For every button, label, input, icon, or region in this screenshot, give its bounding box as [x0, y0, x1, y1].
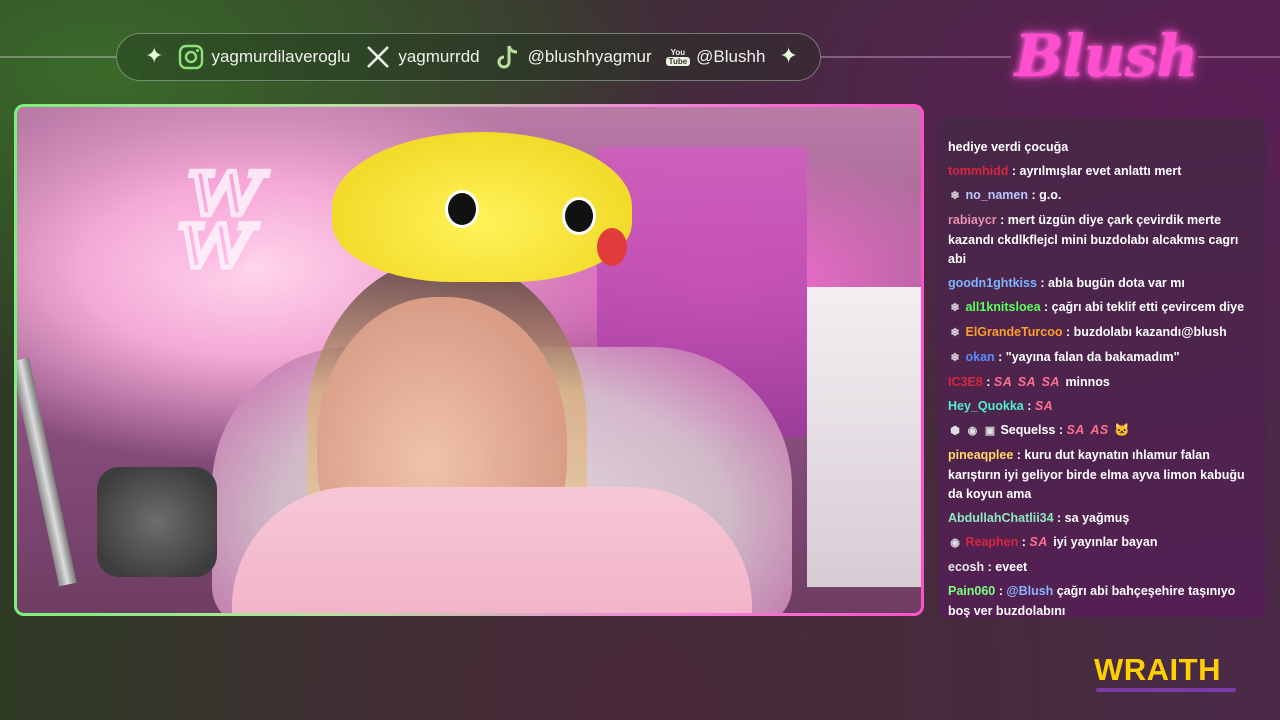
chat-text: : g.o.: [1028, 188, 1062, 202]
pikachu-hat: [332, 132, 632, 282]
chat-panel[interactable]: hediye verdi çocuğa tommhidd : ayrılmışla…: [938, 118, 1266, 618]
youtube-handle: @Blushh: [696, 47, 766, 66]
chat-message: AbdullahChatlii34 : sa yağmuş: [948, 509, 1258, 529]
social-x[interactable]: yagmurrdd: [364, 43, 480, 71]
chat-message: ecosh : eveet: [948, 558, 1258, 578]
chat-emote: SA: [1017, 375, 1037, 389]
neon-sign-decoration: ʬ: [175, 125, 270, 304]
social-youtube[interactable]: You Tube @Blushh: [665, 47, 766, 67]
tiktok-icon: [494, 43, 522, 71]
chat-text: iyi yayınlar bayan: [1053, 535, 1158, 549]
chat-badge-icon: ◉: [967, 425, 978, 437]
chat-username[interactable]: no_namen: [965, 188, 1028, 202]
chat-message: ❄ all1knitsloea : çağrı abi teklif etti …: [948, 298, 1258, 319]
chat-message: goodn1ghtkiss : abla bugün dota var mı: [948, 274, 1258, 294]
chat-text: : "yayına falan da bakamadım": [994, 350, 1180, 364]
chat-message: hediye verdi çocuğa: [948, 138, 1258, 158]
chat-emote: SA: [1029, 535, 1048, 549]
chat-text: : ayrılmışlar evet anlattı mert: [1008, 164, 1182, 178]
chat-badge-icon: ▣: [984, 425, 996, 437]
chat-badge-icon: ◉: [950, 537, 960, 549]
chat-message: tommhidd : ayrılmışlar evet anlattı mert: [948, 162, 1258, 182]
pikachu-eye: [445, 190, 479, 228]
chat-badge-icon: ❄: [950, 327, 960, 339]
mic-arm: [17, 357, 77, 587]
chat-username[interactable]: goodn1ghtkiss: [948, 276, 1037, 290]
chat-message: pineaqplee : kuru dut kaynatın ıhlamur f…: [948, 446, 1258, 505]
chat-username[interactable]: IC3E8: [948, 375, 983, 389]
social-instagram[interactable]: yagmurdilaveroglu: [177, 43, 350, 71]
background-drawer: [807, 287, 921, 587]
sparkle-icon: ✦: [145, 44, 164, 69]
chat-username[interactable]: tommhidd: [948, 164, 1008, 178]
brand-logo: Blush: [1014, 22, 1198, 90]
chat-message: ⬢ ◉ ▣ Sequelss : SA AS 🐱: [948, 421, 1258, 442]
divider-line: [1198, 56, 1280, 58]
divider-line: [0, 56, 116, 58]
chat-message: Pain060 : @Blush çağrı abi bahçeşehire t…: [948, 584, 1236, 618]
chat-emote: SA: [1066, 423, 1085, 437]
chat-username[interactable]: pineaqplee: [948, 448, 1013, 462]
chat-text: : buzdolabı kazandı@blush: [1062, 325, 1227, 339]
x-icon: [364, 43, 392, 71]
chat-message: ❄ ElGrandeTurcoo : buzdolabı kazandı@blu…: [948, 323, 1258, 344]
chat-message: ◉ Reaphen : SA iyi yayınlar bayan: [948, 533, 1258, 554]
chat-text: 🐱: [1114, 423, 1130, 437]
social-tiktok[interactable]: @blushhyagmur: [494, 43, 652, 71]
chat-message: rabiaycr : mert üzgün diye çark çevirdik…: [948, 211, 1258, 270]
chat-emote: AS: [1090, 423, 1109, 437]
instagram-icon: [177, 43, 205, 71]
microphone: [97, 467, 217, 577]
chat-username[interactable]: Sequelss: [1000, 423, 1055, 437]
chat-username[interactable]: ecosh: [948, 560, 984, 574]
pikachu-cheek: [597, 228, 627, 266]
divider-line: [821, 56, 1011, 58]
chat-username[interactable]: AbdullahChatlii34: [948, 511, 1054, 525]
streamer-body: [232, 487, 752, 613]
chat-username[interactable]: Hey_Quokka: [948, 399, 1024, 413]
chat-username[interactable]: rabiaycr: [948, 213, 997, 227]
webcam-feed: ʬ: [17, 107, 921, 613]
chat-username[interactable]: Pain060: [948, 584, 995, 598]
chat-emote: SA: [1041, 375, 1060, 389]
chat-message: ❄ no_namen : g.o.: [948, 186, 1258, 207]
webcam-frame: ʬ: [14, 104, 924, 616]
chat-badge-icon: ⬢: [950, 425, 960, 437]
chat-emote: SA: [1034, 399, 1054, 413]
chat-username[interactable]: ElGrandeTurcoo: [965, 325, 1062, 339]
chat-text: : abla bugün dota var mı: [1036, 276, 1185, 290]
youtube-icon: You Tube: [665, 48, 691, 66]
chat-text: : çağrı abi teklif etti çevircem diye: [1040, 300, 1245, 314]
chat-username[interactable]: okan: [965, 350, 994, 364]
sparkle-icon: ✦: [779, 44, 798, 69]
pikachu-eye: [562, 197, 596, 235]
x-handle: yagmurrdd: [398, 47, 480, 66]
sponsor-logo: WRAITH: [1094, 652, 1221, 687]
chat-message: IC3E8 : SA SA SA minnos: [948, 373, 1258, 393]
chat-text: hediye verdi çocuğa: [948, 140, 1069, 154]
tiktok-handle: @blushhyagmur: [527, 47, 652, 66]
instagram-handle: yagmurdilaveroglu: [211, 47, 351, 66]
chat-badge-icon: ❄: [950, 190, 960, 202]
chat-badge-icon: ❄: [950, 352, 960, 364]
chat-text: : eveet: [984, 560, 1028, 574]
sponsor-underline: [1096, 688, 1236, 692]
chat-mention[interactable]: @Blush: [1006, 584, 1053, 598]
chat-username[interactable]: all1knitsloea: [965, 300, 1040, 314]
chat-text: minnos: [1065, 375, 1110, 389]
chat-message: ❄ okan : "yayına falan da bakamadım": [948, 348, 1258, 369]
chat-badge-icon: ❄: [950, 302, 960, 314]
chat-emote: SA: [993, 375, 1013, 389]
chat-message: Hey_Quokka : SA: [948, 397, 1258, 417]
chat-username[interactable]: Reaphen: [965, 535, 1018, 549]
chat-text: : sa yağmuş: [1053, 511, 1130, 525]
social-bar: ✦ yagmurdilaveroglu yagmurrdd @blushhyag…: [116, 33, 821, 81]
